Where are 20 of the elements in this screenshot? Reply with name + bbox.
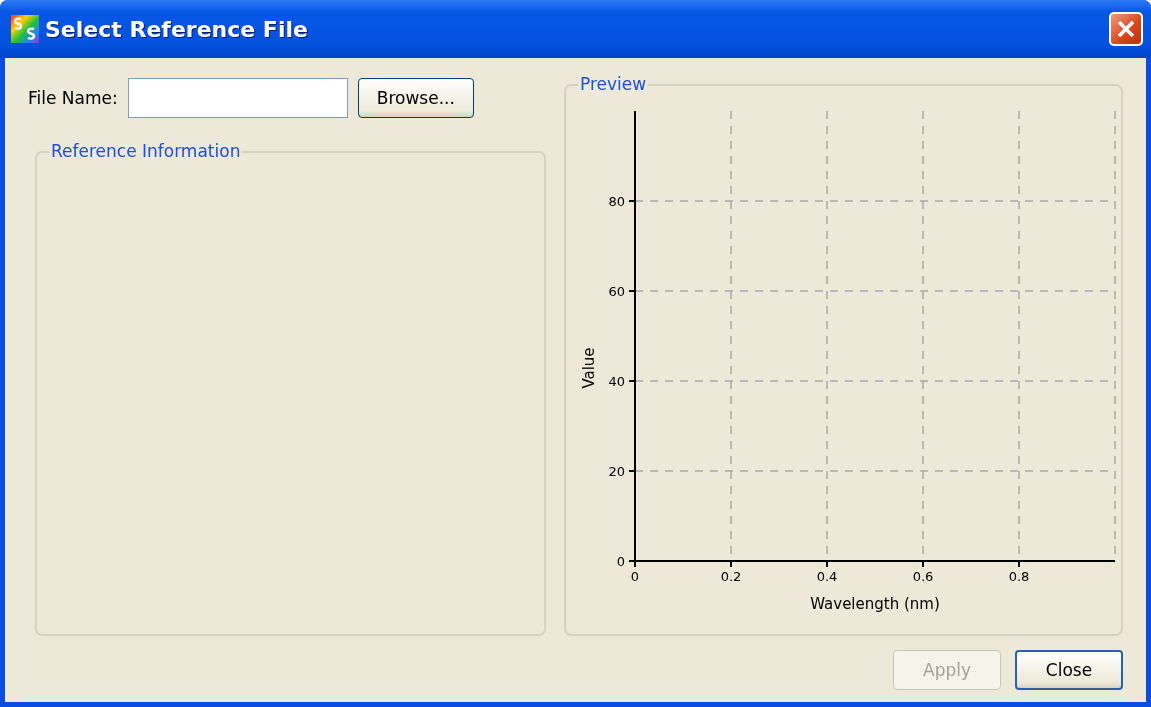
field-label: File Name: [28,88,118,108]
close-icon [1116,19,1136,39]
dialog-button[interactable]: Close [1015,650,1123,690]
tick-label: 80 [608,194,625,209]
tick-label: 0.4 [816,569,838,584]
tick-label: 60 [608,284,625,299]
file-name-field[interactable] [127,78,348,118]
close-button[interactable] [1109,12,1143,46]
tick-label: 20 [608,464,625,479]
app-icon [11,15,39,43]
tick-label: 0.8 [1008,569,1030,584]
axis-title: Wavelength (nm) [810,595,940,613]
tick-label: 0 [616,554,625,569]
tick-label: 0.6 [912,569,934,584]
tick-label: 40 [608,374,625,389]
browse-button[interactable]: Browse... [357,78,474,118]
tick-label: 0 [630,569,640,584]
axis-title: Value [580,347,598,389]
tick-label: 0.2 [720,569,742,584]
window-title: Select Reference File [45,16,309,42]
